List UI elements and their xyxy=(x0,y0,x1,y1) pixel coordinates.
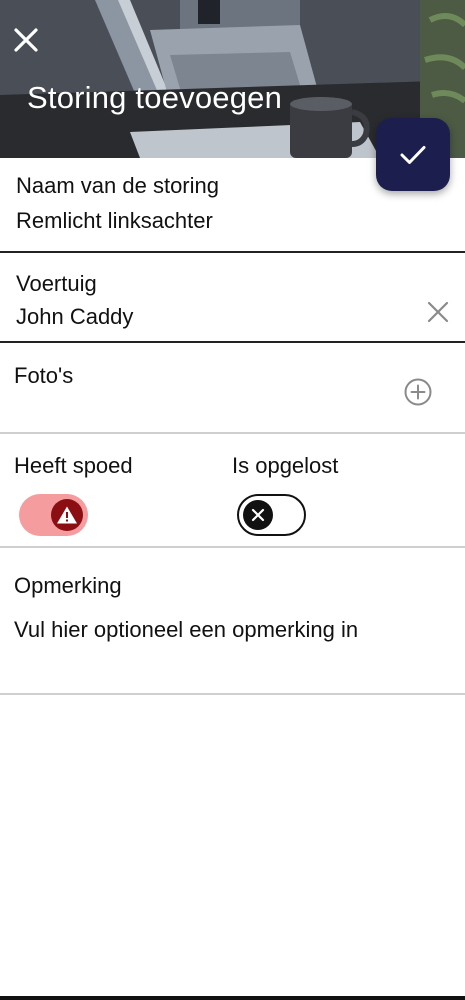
remark-input[interactable]: Vul hier optioneel een opmerking in xyxy=(14,617,358,643)
fault-name-value[interactable]: Remlicht linksachter xyxy=(16,208,213,234)
clear-icon[interactable] xyxy=(427,301,449,323)
add-circle-icon[interactable] xyxy=(403,377,433,407)
warning-icon xyxy=(57,506,77,524)
photos-label: Foto's xyxy=(14,363,74,388)
close-icon xyxy=(14,28,38,52)
close-icon xyxy=(251,508,265,522)
remark-label: Opmerking xyxy=(14,573,122,598)
resolved-label: Is opgelost xyxy=(232,453,339,478)
urgent-label: Heeft spoed xyxy=(14,453,133,478)
remark-field[interactable]: Opmerking Vul hier optioneel een opmerki… xyxy=(0,548,465,693)
page-title: Storing toevoegen xyxy=(27,80,283,115)
resolved-toggle[interactable] xyxy=(237,494,306,536)
close-button[interactable] xyxy=(10,24,42,56)
confirm-button[interactable] xyxy=(376,118,450,191)
vehicle-field[interactable]: Voertuig John Caddy xyxy=(0,253,465,341)
bottom-edge xyxy=(0,996,465,1000)
divider xyxy=(0,693,465,695)
resolved-toggle-knob xyxy=(243,500,273,530)
vehicle-value[interactable]: John Caddy xyxy=(16,304,133,330)
divider xyxy=(0,432,465,434)
photos-field: Foto's xyxy=(0,343,465,433)
urgent-toggle-knob xyxy=(51,499,83,531)
vehicle-label: Voertuig xyxy=(16,271,97,296)
fault-name-label: Naam van de storing xyxy=(16,173,219,198)
urgent-toggle[interactable] xyxy=(19,494,88,536)
checkmark-icon xyxy=(400,145,426,164)
